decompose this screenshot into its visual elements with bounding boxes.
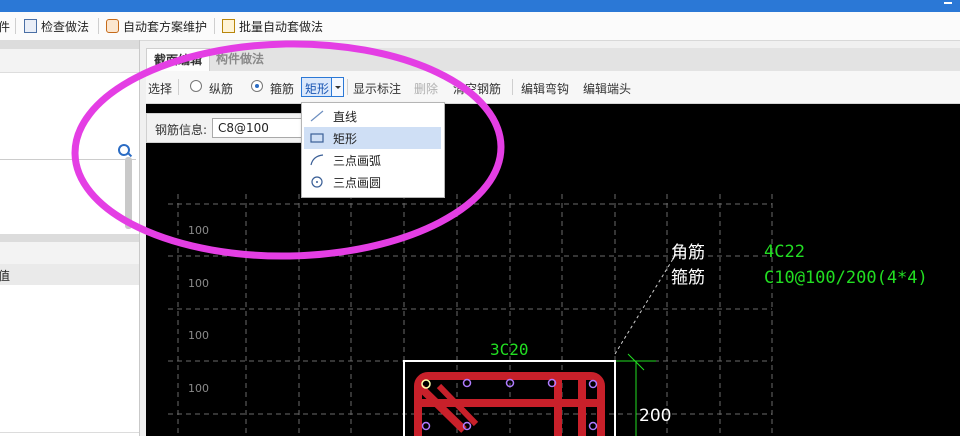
property-panel-header: [0, 234, 139, 242]
grid-label: 100: [188, 277, 209, 290]
shape-combo[interactable]: 矩形: [301, 77, 344, 97]
toolbar-separator: [214, 18, 215, 34]
auto-scheme-maintain-label: 自动套方案维护: [123, 19, 208, 34]
grid-label: 100: [188, 382, 209, 395]
toolbar-separator: [178, 79, 179, 95]
corner-rebar-label: 角筋: [671, 243, 705, 263]
menu-item-rectangle[interactable]: 矩形: [304, 127, 441, 149]
section-drawing: 100 100 100 100 角筋 箍筋 4C22 C10@100/200(4…: [168, 194, 928, 436]
top-rebar-label: 3C20: [490, 340, 529, 359]
edit-hook-button[interactable]: 编辑弯钩: [521, 80, 569, 97]
search-icon[interactable]: [118, 144, 130, 156]
menu-item-label: 矩形: [333, 132, 358, 146]
longitudinal-radio[interactable]: [190, 80, 202, 92]
property-row[interactable]: [0, 348, 139, 370]
check-method-button[interactable]: 检查做法: [24, 18, 89, 34]
section-edit-toolbar: 选择 纵筋 箍筋 矩形 显示标注 删除 清空钢筋 编辑弯钩 编辑端头: [146, 71, 960, 104]
left-panel-header: [0, 40, 139, 49]
property-row[interactable]: [0, 285, 139, 307]
stirrup-rebar-value: C10@100/200(4*4): [764, 268, 928, 288]
circle-icon: [311, 176, 323, 188]
stirrup-label: 箍筋: [270, 82, 295, 96]
main-toolbar: 件 检查做法 自动套方案维护 批量自动套做法: [0, 12, 960, 41]
grid-label: 100: [188, 329, 209, 342]
select-button[interactable]: 选择: [148, 80, 172, 97]
batch-icon: [222, 19, 235, 33]
line-icon: [310, 110, 324, 122]
property-row[interactable]: [0, 306, 139, 328]
batch-auto-method-button[interactable]: 批量自动套做法: [222, 18, 323, 34]
clear-rebar-button[interactable]: 清空钢筋: [453, 80, 501, 97]
rebar-info-label: 钢筋信息:: [155, 123, 208, 137]
corner-rebar-value: 4C22: [764, 242, 805, 262]
stirrup-rebar-label: 箍筋: [671, 268, 705, 288]
chevron-down-icon[interactable]: [331, 78, 343, 96]
rectangle-icon: [310, 133, 324, 143]
property-row[interactable]: [0, 327, 139, 349]
left-panel: 值: [0, 40, 140, 436]
search-box[interactable]: [0, 141, 136, 160]
property-row[interactable]: [0, 390, 139, 412]
menu-item-label: 三点画弧: [333, 154, 382, 168]
minimize-icon[interactable]: [944, 2, 952, 4]
property-row[interactable]: [0, 369, 139, 391]
rebar-info-input[interactable]: C8@100: [212, 118, 305, 138]
toolbar-separator: [512, 79, 513, 95]
edit-end-button[interactable]: 编辑端头: [583, 80, 631, 97]
section-tabs: 截面编辑 构件做法: [146, 48, 960, 71]
shape-combo-value: 矩形: [305, 82, 330, 96]
rebar-info-bar: 钢筋信息: C8@100: [146, 113, 306, 143]
toolbar-partial-item[interactable]: 件: [0, 18, 10, 34]
property-column-header: 值: [0, 264, 139, 286]
show-annotation-button[interactable]: 显示标注: [353, 80, 401, 97]
scrollbar-thumb[interactable]: [125, 157, 132, 229]
delete-button[interactable]: 删除: [414, 80, 438, 97]
tab-component-method[interactable]: 构件做法: [209, 48, 271, 71]
toolbar-separator: [15, 18, 16, 34]
shape-dropdown-menu: 直线 矩形 三点画弧 三点画圆: [301, 102, 445, 198]
check-method-label: 检查做法: [41, 19, 90, 34]
property-row[interactable]: [0, 411, 139, 433]
drawing-canvas[interactable]: 100 100 100 100 角筋 箍筋 4C22 C10@100/200(4…: [146, 104, 960, 436]
menu-item-line[interactable]: 直线: [304, 105, 441, 127]
toolbar-separator: [98, 18, 99, 34]
left-panel-toolbar: [0, 49, 139, 73]
auto-scheme-maintain-button[interactable]: 自动套方案维护: [106, 18, 207, 34]
tab-section-edit[interactable]: 截面编辑: [146, 48, 211, 71]
rebar-info-value: C8@100: [218, 121, 269, 135]
menu-item-label: 三点画圆: [333, 176, 382, 190]
longitudinal-label: 纵筋: [209, 82, 234, 96]
menu-item-label: 直线: [333, 110, 358, 124]
value-column-label: 值: [0, 269, 11, 283]
title-bar: [0, 0, 960, 12]
menu-item-arc[interactable]: 三点画弧: [304, 149, 441, 171]
stirrup-radio[interactable]: [251, 80, 263, 92]
dimension-label: 200: [639, 406, 671, 426]
grid-label: 100: [188, 224, 209, 237]
check-doc-icon: [24, 19, 37, 33]
gear-doc-icon: [106, 19, 119, 33]
arc-icon: [310, 154, 324, 166]
property-panel-toolbar: [0, 242, 139, 265]
batch-auto-method-label: 批量自动套做法: [239, 19, 324, 34]
menu-item-circle[interactable]: 三点画圆: [304, 171, 441, 193]
toolbar-separator: [347, 79, 348, 95]
toolbar-partial-label: 件: [0, 19, 11, 34]
